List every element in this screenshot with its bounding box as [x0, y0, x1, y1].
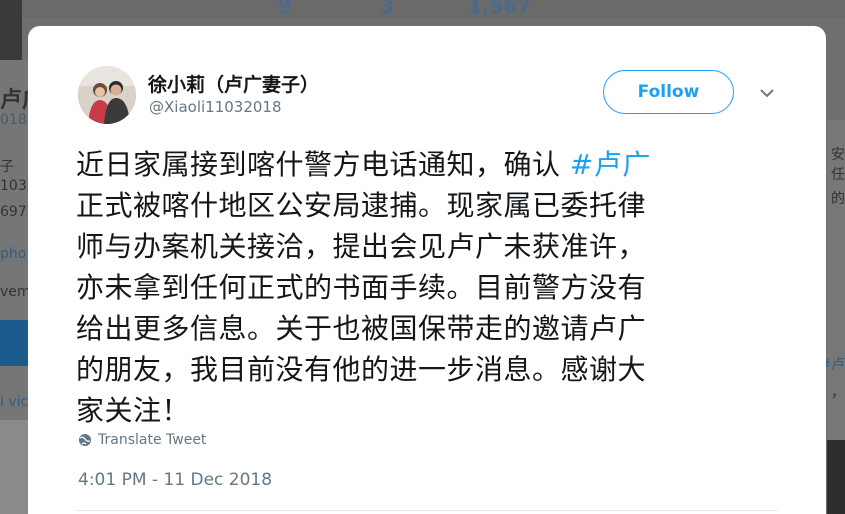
- background-avatar: [0, 0, 22, 60]
- follow-button[interactable]: Follow: [603, 70, 734, 114]
- background-text: 安: [831, 147, 845, 163]
- hashtag-link[interactable]: #卢广: [570, 148, 651, 181]
- tweet-text-part: 近日家属接到喀什警方电话通知，确认: [76, 148, 570, 181]
- background-image: [0, 420, 28, 514]
- background-image: [827, 440, 845, 514]
- tweet-modal: 徐小莉（卢广妻子） @Xiaoli11032018 Follow 近日家属接到喀…: [28, 26, 826, 514]
- tweet-timestamp[interactable]: 4:01 PM - 11 Dec 2018: [78, 470, 272, 490]
- divider: [76, 510, 778, 511]
- tweet-text: 近日家属接到喀什警方电话通知，确认 #卢广 正式被喀什地区公安局逮捕。现家属已委…: [76, 144, 788, 431]
- chevron-down-icon[interactable]: [758, 84, 776, 102]
- tweet-text-part: 正式被喀什地区公安局逮捕。现家属已委托律 师与办案机关接洽，提出会见卢广未获准许…: [76, 189, 647, 427]
- background-stat: 1,567: [468, 0, 532, 18]
- user-handle[interactable]: @Xiaoli11032018: [149, 98, 282, 116]
- globe-icon: [79, 434, 91, 446]
- background-stat: 3: [380, 0, 394, 18]
- background-text: 任: [831, 167, 845, 183]
- background-text: vem: [0, 284, 31, 300]
- background-text: 018: [0, 112, 27, 128]
- translate-label: Translate Tweet: [98, 432, 207, 448]
- background-banner: [0, 320, 28, 366]
- avatar-photo-icon: [78, 66, 136, 124]
- background-profile-nav: 9 3 1,567: [0, 0, 845, 18]
- display-name[interactable]: 徐小莉（卢广妻子）: [148, 70, 319, 97]
- translate-tweet-link[interactable]: Translate Tweet: [78, 432, 206, 448]
- background-link: l vic: [0, 394, 29, 410]
- background-text: 697: [0, 204, 27, 220]
- background-text: ，: [831, 385, 845, 401]
- avatar[interactable]: [78, 66, 136, 124]
- background-text: 子: [0, 159, 14, 175]
- background-stat: 9: [278, 0, 292, 18]
- background-text: 的: [831, 191, 845, 207]
- background-link: pho: [0, 246, 27, 262]
